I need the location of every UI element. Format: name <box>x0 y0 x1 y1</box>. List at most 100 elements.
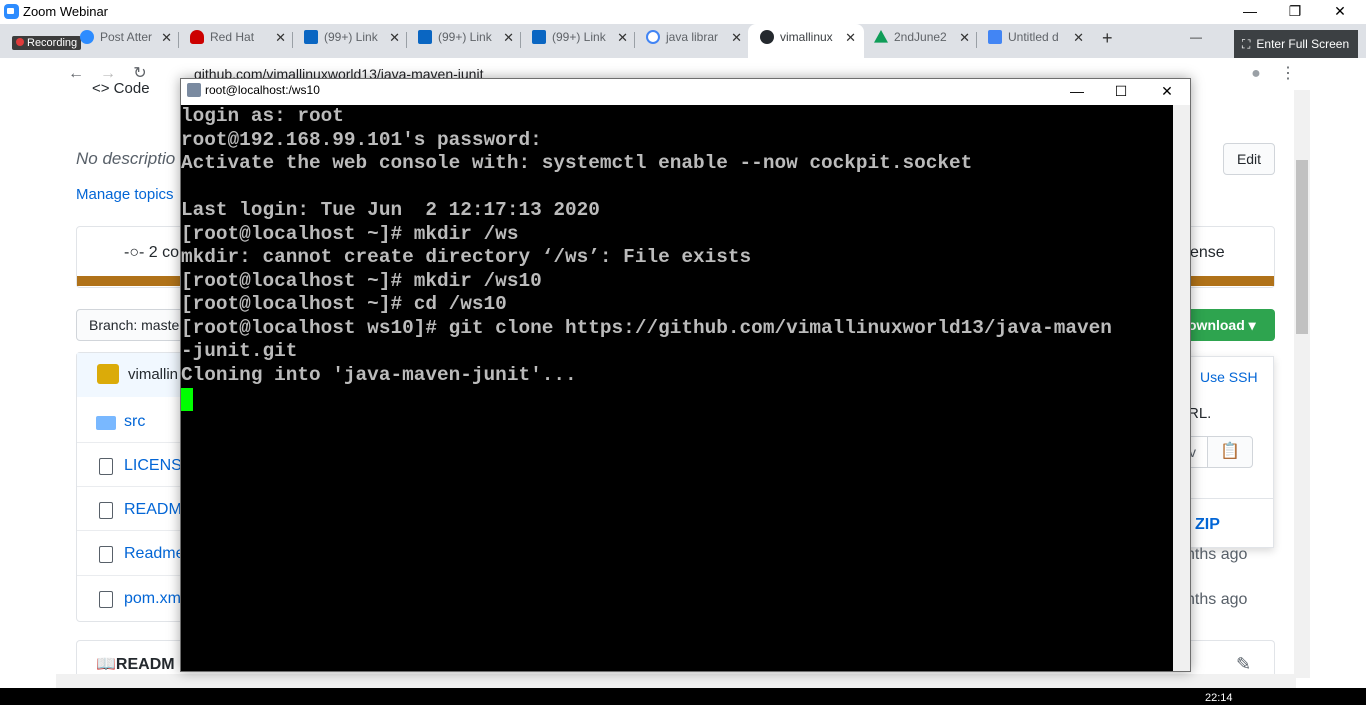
recording-label: Recording <box>27 37 78 49</box>
use-ssh-link[interactable]: Use SSH <box>1200 369 1258 385</box>
browser-tab[interactable]: Untitled d ✕ <box>988 30 1084 50</box>
folder-icon <box>96 416 116 430</box>
file-icon <box>99 591 113 608</box>
browser-tab[interactable]: (99+) Link ✕ <box>418 30 514 50</box>
tab-label: vimallinux <box>780 30 833 44</box>
file-link[interactable]: Readme <box>124 545 184 563</box>
minimize-button[interactable]: — <box>1230 2 1270 22</box>
putty-minimize-button[interactable]: — <box>1054 79 1100 103</box>
browser-menu-icon[interactable]: ⋮ <box>1276 62 1300 86</box>
download-zip-link[interactable]: ZIP <box>1195 516 1220 534</box>
tab-label: java librar <box>666 30 719 44</box>
tab-close-icon[interactable]: ✕ <box>959 30 970 46</box>
tab-close-icon[interactable]: ✕ <box>275 30 286 46</box>
copy-clipboard-icon[interactable]: 📋 <box>1207 436 1253 468</box>
terminal-line: login as: root <box>181 105 344 127</box>
file-link[interactable]: LICENS <box>124 457 182 475</box>
terminal-line: [root@localhost ~]# cd /ws10 <box>181 293 507 315</box>
tab-separator <box>178 32 179 48</box>
zoom-icon <box>80 30 94 44</box>
file-link[interactable]: pom.xm <box>124 590 181 608</box>
tab-separator <box>976 32 977 48</box>
putty-title-bar[interactable]: root@localhost:/ws10 <box>181 79 1190 105</box>
terminal-line: root@192.168.99.101's password: <box>181 128 542 151</box>
horizontal-scrollbar[interactable] <box>56 674 1296 688</box>
commit-time: nths ago <box>1186 546 1248 563</box>
repo-description: No descriptio <box>76 149 176 168</box>
tab-label: (99+) Link <box>552 30 606 44</box>
terminal-line: Last login: Tue Jun 2 12:17:13 2020 <box>181 199 600 221</box>
clone-download-button[interactable]: ownload ▾ <box>1180 309 1275 341</box>
putty-title: root@localhost:/ws10 <box>205 83 320 97</box>
tab-separator <box>634 32 635 48</box>
tab-strip-minimize-icon[interactable]: — <box>1190 30 1204 50</box>
back-icon[interactable]: ← <box>64 62 88 86</box>
tab-close-icon[interactable]: ✕ <box>389 30 400 46</box>
record-dot-icon <box>16 38 24 46</box>
file-link[interactable]: READM <box>124 501 182 519</box>
pencil-edit-icon[interactable]: ✎ <box>1236 654 1251 675</box>
putty-scrollbar[interactable] <box>1173 105 1190 671</box>
terminal-cursor <box>181 388 193 411</box>
file-link[interactable]: src <box>124 413 145 431</box>
terminal-line: Cloning into 'java-maven-junit'... <box>181 363 577 386</box>
windows-taskbar: 22:14 <box>0 688 1366 705</box>
tab-close-icon[interactable]: ✕ <box>617 30 628 46</box>
tab-close-icon[interactable]: ✕ <box>161 30 172 46</box>
avatar[interactable] <box>97 364 119 384</box>
tab-close-icon[interactable]: ✕ <box>845 30 856 46</box>
docs-icon <box>988 30 1002 44</box>
browser-tab[interactable]: (99+) Link ✕ <box>304 30 400 50</box>
browser-tab[interactable]: java librar ✕ <box>646 30 742 50</box>
edit-button[interactable]: Edit <box>1223 143 1275 175</box>
github-icon <box>760 30 774 44</box>
fullscreen-icon: ⛶ <box>1242 37 1251 51</box>
browser-tab-active[interactable]: vimallinux ✕ <box>760 30 856 50</box>
zoom-window-title: Zoom Webinar <box>23 4 109 19</box>
tab-separator <box>520 32 521 48</box>
file-icon <box>99 502 113 519</box>
code-tab[interactable]: <> Code <box>92 80 150 97</box>
tab-label: Post Atter <box>100 30 153 44</box>
tab-separator <box>406 32 407 48</box>
terminal-screen[interactable]: login as: root root@192.168.99.101's pas… <box>181 105 1173 671</box>
enter-full-screen-button[interactable]: ⛶ Enter Full Screen <box>1234 30 1358 58</box>
terminal-line: mkdir: cannot create directory ‘/ws’: Fi… <box>181 246 752 268</box>
terminal-line: [root@localhost ~]# mkdir /ws <box>181 222 519 245</box>
license-link[interactable]: ense <box>1190 244 1225 262</box>
file-icon <box>99 458 113 475</box>
tab-label: 2ndJune2 <box>894 30 947 44</box>
browser-tab[interactable]: (99+) Link ✕ <box>532 30 628 50</box>
commits-count[interactable]: -○- 2 co <box>124 244 179 262</box>
new-tab-button[interactable]: + <box>1102 28 1122 48</box>
terminal-line: -junit.git <box>181 340 298 362</box>
tab-close-icon[interactable]: ✕ <box>503 30 514 46</box>
file-icon <box>99 546 113 563</box>
tab-close-icon[interactable]: ✕ <box>1073 30 1084 46</box>
putty-maximize-button[interactable]: ☐ <box>1098 79 1144 103</box>
manage-topics-link[interactable]: Manage topics <box>76 186 174 203</box>
profile-avatar-icon[interactable]: ● <box>1244 62 1268 86</box>
clone-url-hint: RL. <box>1188 405 1212 422</box>
readme-label: READM <box>115 656 175 673</box>
commit-author[interactable]: vimallin <box>128 366 178 383</box>
linkedin-icon <box>532 30 546 44</box>
close-button[interactable]: ✕ <box>1320 2 1360 22</box>
commit-time: nths ago <box>1186 591 1248 608</box>
fullscreen-label: Enter Full Screen <box>1256 37 1350 51</box>
browser-tab[interactable]: Post Atter ✕ <box>80 30 172 50</box>
taskbar-clock: 22:14 <box>1205 692 1233 704</box>
zoom-logo-icon <box>4 4 19 19</box>
tab-label: (99+) Link <box>438 30 492 44</box>
zoom-title-bar: Zoom Webinar <box>0 0 1366 24</box>
branch-selector[interactable]: Branch: maste <box>76 309 186 341</box>
scrollbar-thumb[interactable] <box>1296 160 1308 334</box>
tab-close-icon[interactable]: ✕ <box>731 30 742 46</box>
browser-tab[interactable]: 2ndJune2 ✕ <box>874 30 970 50</box>
terminal-line: Activate the web console with: systemctl… <box>181 152 973 174</box>
browser-tab[interactable]: Red Hat ✕ <box>190 30 286 50</box>
recording-indicator: Recording <box>12 36 82 50</box>
readme-title: 📖READM <box>96 654 175 674</box>
putty-close-button[interactable]: ✕ <box>1144 79 1190 103</box>
restore-button[interactable]: ❐ <box>1275 2 1315 22</box>
